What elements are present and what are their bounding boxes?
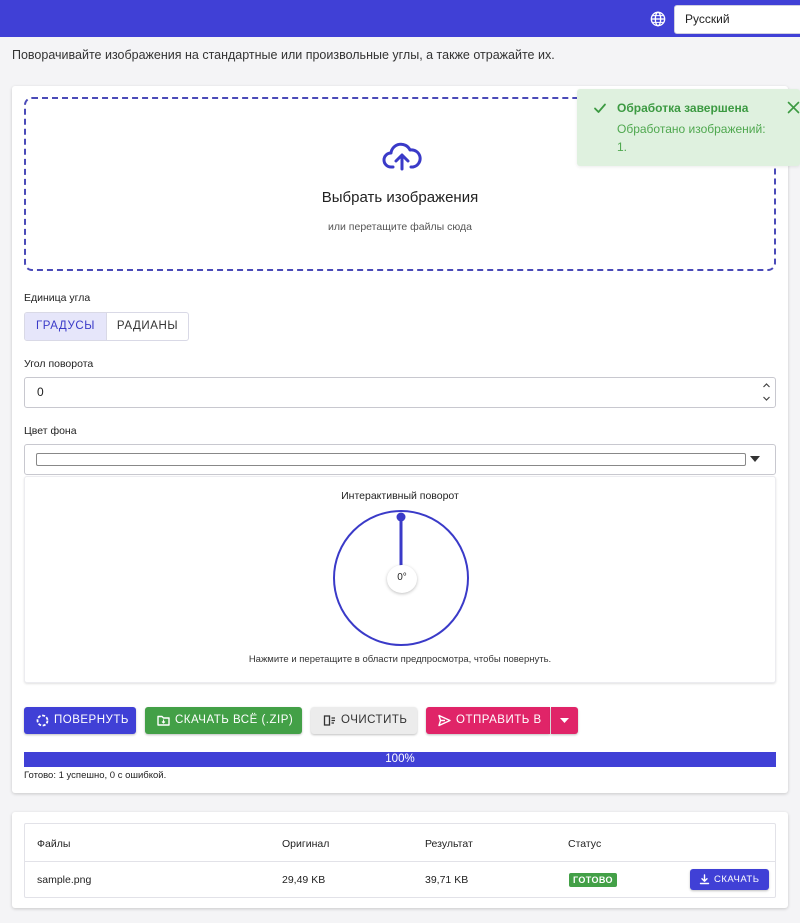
top-app-bar: Русский xyxy=(0,0,800,37)
folder-zip-icon xyxy=(157,715,170,726)
angle-readout: 0° xyxy=(387,565,417,593)
cloud-upload-icon xyxy=(382,142,422,171)
language-select[interactable]: Русский xyxy=(674,5,800,34)
toast-title: Обработка завершена xyxy=(617,101,749,115)
rotate-button[interactable]: ПОВЕРНУТЬ xyxy=(24,707,136,734)
background-color-picker[interactable] xyxy=(24,444,776,475)
chevron-down-icon xyxy=(750,456,760,462)
send-icon xyxy=(438,714,451,727)
clear-list-icon xyxy=(323,715,335,726)
download-all-zip-button[interactable]: СКАЧАТЬ ВСЁ (.ZIP) xyxy=(145,707,302,734)
download-label: СКАЧАТЬ xyxy=(714,874,760,885)
clear-label: ОЧИСТИТЬ xyxy=(341,714,408,726)
rotate-icon xyxy=(36,714,49,727)
angle-unit-toggle: ГРАДУСЫ РАДИАНЫ xyxy=(24,312,189,341)
row-file-name: sample.png xyxy=(37,874,92,886)
dropzone-subtitle: или перетащите файлы сюда xyxy=(328,221,472,233)
check-icon xyxy=(594,103,606,113)
header-divider xyxy=(25,861,775,862)
results-table: Файлы Оригинал Результат Статус sample.p… xyxy=(24,823,776,898)
header-result: Результат xyxy=(425,838,473,850)
rotation-hint: Нажмите и перетащите в области предпросм… xyxy=(248,654,552,665)
rotate-label: ПОВЕРНУТЬ xyxy=(54,714,129,726)
rotation-angle-input[interactable]: 0 xyxy=(24,377,776,408)
send-to-button[interactable]: ОТПРАВИТЬ В xyxy=(426,707,550,734)
progress-percent: 100% xyxy=(385,753,415,765)
clear-button[interactable]: ОЧИСТИТЬ xyxy=(311,707,417,734)
page-subtitle: Поворачивайте изображения на стандартные… xyxy=(12,48,555,62)
color-swatch xyxy=(36,453,746,466)
status-badge: ГОТОВО xyxy=(569,873,617,887)
header-files: Файлы xyxy=(37,838,71,850)
rotation-angle-label: Угол поворота xyxy=(24,358,94,370)
progress-bar: 100% xyxy=(24,752,776,767)
rotation-angle-value: 0 xyxy=(37,385,44,399)
header-original: Оригинал xyxy=(282,838,330,850)
download-button[interactable]: СКАЧАТЬ xyxy=(690,869,769,890)
toast-message: Обработано изображений: 1. xyxy=(617,122,766,154)
progress-status: Готово: 1 успешно, 0 с ошибкой. xyxy=(24,770,167,781)
download-icon xyxy=(699,874,710,885)
interactive-rotation-title: Интерактивный поворот xyxy=(341,490,459,502)
header-status: Статус xyxy=(568,838,602,850)
download-all-zip-label: СКАЧАТЬ ВСЁ (.ZIP) xyxy=(175,714,294,726)
globe-icon[interactable] xyxy=(650,11,666,27)
send-to-dropdown-button[interactable] xyxy=(551,707,578,734)
unit-radians-button[interactable]: РАДИАНЫ xyxy=(106,313,188,340)
stepper-arrows-icon[interactable] xyxy=(762,381,771,403)
close-icon[interactable] xyxy=(787,101,800,114)
interactive-rotation-panel: Интерактивный поворот 0° Нажмите и перет… xyxy=(24,476,776,683)
dropzone-title: Выбрать изображения xyxy=(321,189,479,206)
angle-unit-label: Единица угла xyxy=(24,292,91,304)
send-to-label: ОТПРАВИТЬ В xyxy=(456,714,542,726)
success-toast: Обработка завершена Обработано изображен… xyxy=(577,89,800,166)
background-color-label: Цвет фона xyxy=(24,425,77,437)
chevron-down-icon xyxy=(560,718,569,723)
row-original-size: 29,49 KB xyxy=(282,874,326,886)
row-result-size: 39,71 KB xyxy=(425,874,469,886)
unit-degrees-button[interactable]: ГРАДУСЫ xyxy=(25,313,106,340)
